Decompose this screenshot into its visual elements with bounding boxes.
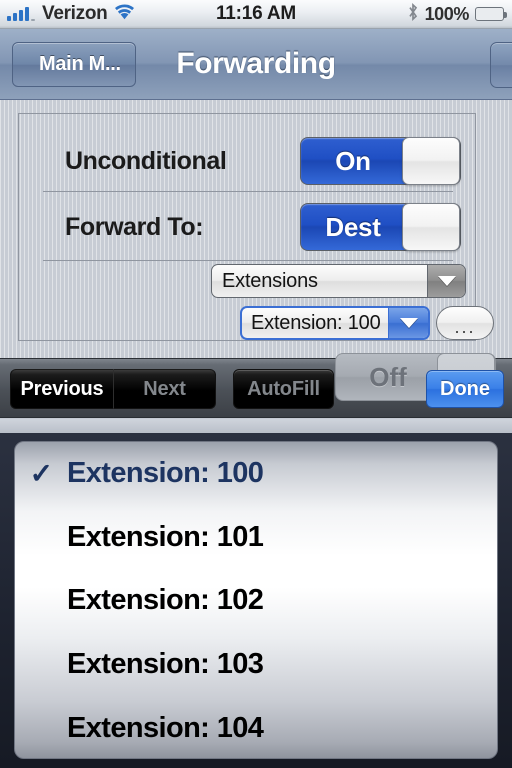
autofill-button[interactable]: AutoFill bbox=[233, 369, 334, 409]
row-category-select: Extensions bbox=[19, 264, 477, 304]
form-divider bbox=[43, 191, 453, 192]
picker-option-label: Extension: 103 bbox=[67, 648, 264, 681]
extension-picker-list[interactable]: ✓ Extension: 100 Extension: 101 Extension: … bbox=[14, 441, 498, 759]
done-button[interactable]: Done bbox=[426, 370, 504, 408]
category-select[interactable]: Extensions bbox=[211, 264, 466, 298]
previous-button[interactable]: Previous bbox=[10, 369, 113, 409]
unconditional-label: Unconditional bbox=[65, 146, 227, 175]
picker-option[interactable]: ✓ Extension: 100 bbox=[15, 442, 497, 506]
chevron-down-icon bbox=[427, 265, 465, 297]
forward-to-switch[interactable]: Dest bbox=[300, 203, 461, 251]
unconditional-switch-label: On bbox=[335, 145, 371, 176]
navigation-bar: Main M... Forwarding bbox=[0, 29, 512, 100]
forward-to-label: Forward To: bbox=[65, 212, 204, 241]
picker-option-label: Extension: 102 bbox=[67, 584, 264, 617]
nav-right-button[interactable] bbox=[490, 42, 512, 88]
picker-option-label: Extension: 101 bbox=[67, 520, 264, 553]
picker-option-label: Extension: 104 bbox=[67, 711, 264, 744]
forwarding-form: Unconditional On Forward To: Dest Extens… bbox=[18, 113, 494, 341]
more-options-button[interactable]: ... bbox=[436, 306, 494, 340]
picker-bezel: ✓ Extension: 100 Extension: 101 Extension: … bbox=[0, 433, 512, 768]
picker-option[interactable]: Extension: 102 bbox=[15, 569, 497, 633]
keyboard-accessory-toolbar: Off Previous Next AutoFill Done bbox=[0, 353, 512, 418]
switch-knob bbox=[402, 137, 460, 185]
chevron-down-icon bbox=[388, 308, 428, 338]
category-select-value: Extensions bbox=[222, 269, 318, 292]
web-content-area: Unconditional On Forward To: Dest Extens… bbox=[0, 100, 512, 358]
picker-option[interactable]: Extension: 104 bbox=[15, 696, 497, 758]
next-button[interactable]: Next bbox=[113, 369, 216, 409]
back-button-label: Main M... bbox=[39, 52, 121, 75]
row-extension-select: Extension: 100 ... bbox=[19, 306, 494, 346]
row-unconditional: Unconditional On bbox=[19, 134, 477, 188]
status-bar: Verizon 11:16 AM 100% bbox=[0, 0, 512, 29]
picker-gap bbox=[0, 419, 512, 433]
switch-knob bbox=[402, 203, 460, 251]
picker-option-label: Extension: 100 bbox=[67, 457, 264, 490]
forward-to-switch-label: Dest bbox=[325, 211, 381, 242]
unconditional-switch[interactable]: On bbox=[300, 137, 461, 185]
row-forward-to: Forward To: Dest bbox=[19, 200, 477, 254]
picker-option[interactable]: Extension: 101 bbox=[15, 506, 497, 570]
extension-select[interactable]: Extension: 100 bbox=[240, 306, 430, 340]
checkmark-icon: ✓ bbox=[29, 458, 53, 490]
clock-label: 11:16 AM bbox=[215, 3, 297, 24]
back-button[interactable]: Main M... bbox=[12, 41, 136, 87]
extension-select-value: Extension: 100 bbox=[251, 311, 381, 334]
picker-option[interactable]: Extension: 103 bbox=[15, 633, 497, 697]
phone-screen: Verizon 11:16 AM 100% Main M... Forwardi… bbox=[0, 0, 512, 768]
battery-icon bbox=[475, 7, 507, 21]
prev-next-segmented-control: Previous Next bbox=[10, 369, 216, 409]
form-divider bbox=[43, 260, 453, 261]
